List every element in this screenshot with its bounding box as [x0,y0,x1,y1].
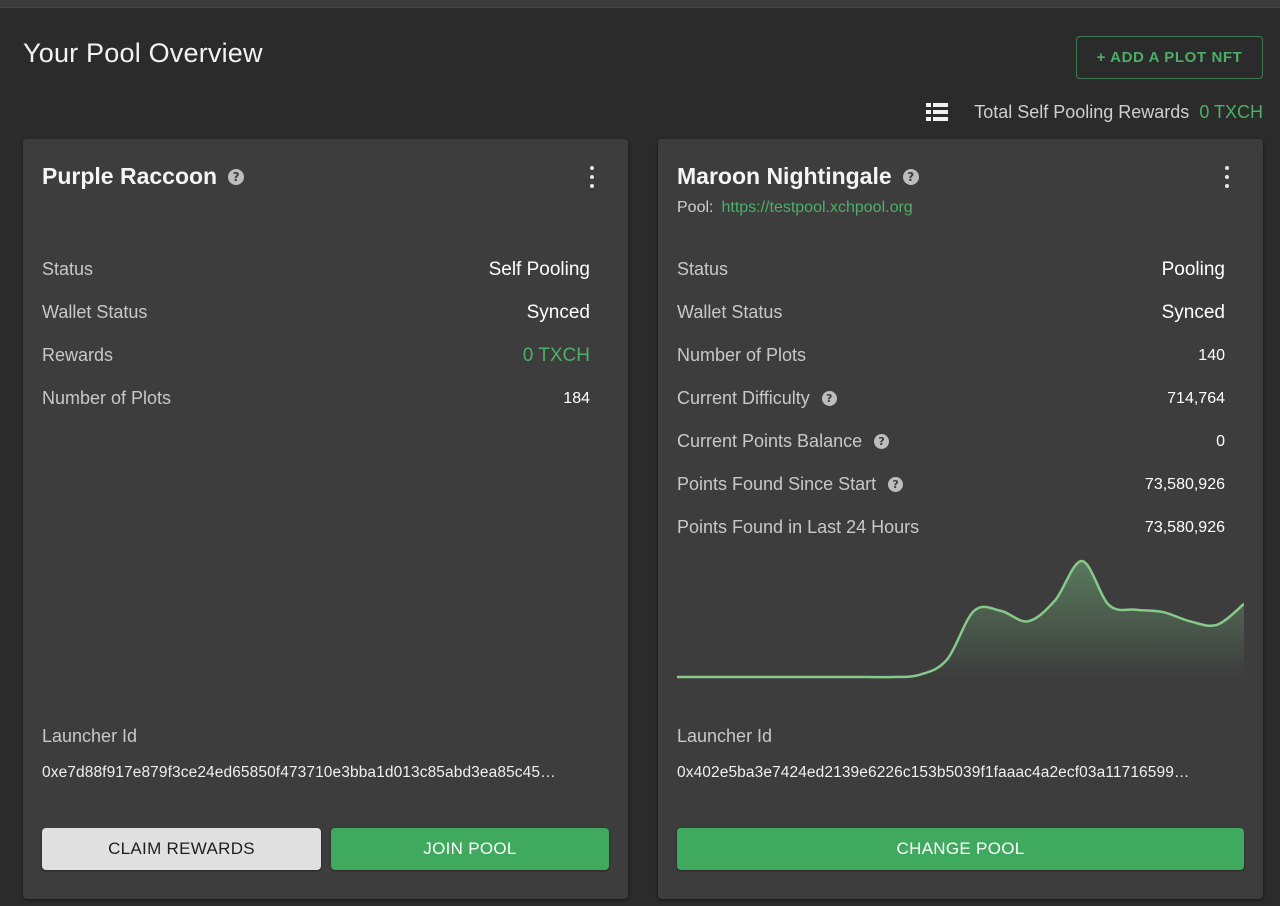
total-rewards-summary: Total Self Pooling Rewards 0 TXCH [926,100,1263,124]
detail-label-text: Current Points Balance [677,431,863,451]
launcher-id-value: 0xe7d88f917e879f3ce24ed65850f473710e3bba… [42,764,556,781]
detail-label: Rewards [42,345,114,365]
launcher-id-label: Launcher Id [677,726,773,746]
detail-row-status: Status Self Pooling [42,248,590,291]
pool-info: Pool: https://testpool.xchpool.org [677,199,913,217]
more-vertical-icon[interactable] [588,166,596,188]
card-details: Status Pooling Wallet Status Synced Numb… [677,248,1225,549]
detail-label: Wallet Status [42,302,148,322]
detail-value: Synced [526,301,590,323]
card-title-text: Maroon Nightingale [677,163,892,189]
launcher-id-value: 0x402e5ba3e7424ed2139e6226c153b5039f1faa… [677,764,1190,781]
detail-label: Wallet Status [677,302,783,322]
change-pool-button[interactable]: CHANGE POOL [677,828,1244,870]
card-title-text: Purple Raccoon [42,163,218,189]
detail-label-text: Current Difficulty [677,388,810,408]
detail-value: Pooling [1161,258,1225,280]
launcher-id-label: Launcher Id [42,726,138,746]
detail-label: Number of Plots [677,345,807,365]
detail-row-points-last-24-hours: Points Found in Last 24 Hours 73,580,926 [677,506,1225,549]
plot-nft-card-maroon-nightingale: Maroon Nightingale ? Pool: https://testpo… [658,139,1263,899]
card-title: Maroon Nightingale ? [677,163,919,190]
chart-area [677,560,1244,678]
detail-row-wallet-status: Wallet Status Synced [42,291,590,334]
detail-label: Status [42,259,94,279]
card-details: Status Self Pooling Wallet Status Synced… [42,248,590,420]
plot-nft-card-purple-raccoon: Purple Raccoon ? Status Self Pooling Wal… [23,139,628,899]
detail-row-status: Status Pooling [677,248,1225,291]
detail-value: 0 [1216,432,1225,450]
detail-value: 140 [1198,346,1225,364]
detail-row-number-of-plots: Number of Plots 184 [42,377,590,420]
detail-value: Synced [1161,301,1225,323]
detail-row-number-of-plots: Number of Plots 140 [677,334,1225,377]
help-icon[interactable]: ? [228,168,245,185]
detail-label: Current Difficulty? [677,388,837,409]
points-sparkline-chart [677,559,1244,679]
detail-row-current-points-balance: Current Points Balance? 0 [677,420,1225,463]
top-bar [0,0,1280,8]
total-rewards-label: Total Self Pooling Rewards [974,101,1190,122]
detail-label: Points Found Since Start? [677,474,904,495]
help-icon[interactable]: ? [888,477,904,492]
detail-value: 184 [563,389,590,407]
help-icon[interactable]: ? [821,391,837,406]
detail-value: Self Pooling [488,258,590,280]
detail-row-rewards: Rewards 0 TXCH [42,334,590,377]
detail-label: Points Found in Last 24 Hours [677,517,920,537]
claim-rewards-button[interactable]: CLAIM REWARDS [42,828,321,870]
pool-label: Pool: [677,199,714,216]
detail-label: Current Points Balance? [677,431,890,452]
total-rewards-value: 0 TXCH [1199,101,1263,122]
detail-row-points-found-since-start: Points Found Since Start? 73,580,926 [677,463,1225,506]
detail-label: Status [677,259,729,279]
join-pool-button[interactable]: JOIN POOL [331,828,609,870]
page-title: Your Pool Overview [23,38,263,68]
pool-url-link[interactable]: https://testpool.xchpool.org [721,199,912,216]
detail-value: 0 TXCH [522,344,590,366]
detail-label-text: Points Found Since Start [677,474,877,494]
detail-value: 73,580,926 [1144,518,1225,536]
detail-row-current-difficulty: Current Difficulty? 714,764 [677,377,1225,420]
detail-label: Number of Plots [42,388,172,408]
detail-value: 714,764 [1167,389,1225,407]
detail-value: 73,580,926 [1144,475,1225,493]
list-view-icon[interactable] [926,103,949,121]
card-title: Purple Raccoon ? [42,163,245,190]
add-plot-nft-button[interactable]: + ADD A PLOT NFT [1076,36,1263,79]
detail-row-wallet-status: Wallet Status Synced [677,291,1225,334]
help-icon[interactable]: ? [874,434,890,449]
more-vertical-icon[interactable] [1223,166,1231,188]
help-icon[interactable]: ? [902,168,919,185]
